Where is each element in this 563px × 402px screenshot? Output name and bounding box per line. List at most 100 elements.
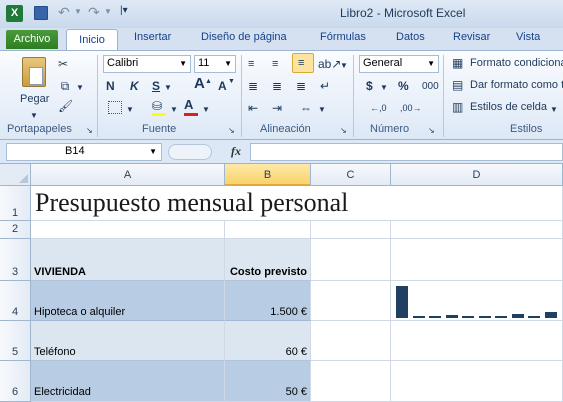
cell-a4[interactable]: Hipoteca o alquiler [31, 281, 225, 321]
formula-input[interactable] [250, 143, 563, 161]
italic-button[interactable]: K [130, 79, 139, 93]
row-header-4[interactable]: 4 [0, 281, 31, 321]
cell-b6[interactable]: 50 € [225, 361, 311, 402]
paste-dropdown-icon[interactable]: ▼ [30, 109, 38, 123]
borders-dropdown-icon[interactable]: ▼ [126, 103, 134, 117]
orientation-dropdown-icon[interactable]: ▼ [340, 59, 348, 73]
cell-d5[interactable] [391, 321, 563, 361]
tab-revisar[interactable]: Revisar [453, 31, 490, 43]
fill-color-icon[interactable]: ⛁ [152, 99, 162, 113]
insert-function-icon[interactable]: fx [231, 144, 241, 159]
save-icon[interactable] [34, 6, 48, 20]
undo-icon[interactable]: ↶ [58, 4, 70, 21]
column-header-d[interactable]: D [391, 164, 563, 186]
fuente-launcher-icon[interactable]: ↘ [228, 124, 235, 138]
copy-dropdown-icon[interactable]: ▼ [76, 81, 84, 95]
cell-c4[interactable] [311, 281, 391, 321]
decrease-indent-icon[interactable]: ⇤ [248, 101, 258, 115]
cell-c2[interactable] [311, 221, 391, 239]
font-color-icon[interactable]: A [184, 98, 193, 112]
decrease-decimal-icon[interactable]: ,00→ [400, 101, 422, 115]
bold-button[interactable]: N [106, 79, 115, 93]
cell-a6[interactable]: Electricidad [31, 361, 225, 402]
cell-b5[interactable]: 60 € [225, 321, 311, 361]
format-painter-icon[interactable]: 🖌 [58, 99, 73, 113]
align-bottom-button[interactable]: ≡ [292, 53, 314, 73]
undo-dropdown-icon[interactable]: ▼ [74, 7, 82, 16]
font-color-dropdown-icon[interactable]: ▼ [202, 103, 210, 117]
align-right-icon[interactable]: ≣ [296, 79, 306, 93]
align-top-icon[interactable]: ≡ [248, 57, 254, 71]
tab-diseno-pagina[interactable]: Diseño de página [201, 31, 287, 43]
name-box[interactable]: B14 ▼ [6, 143, 162, 161]
align-center-icon[interactable]: ≣ [272, 79, 282, 93]
percent-button[interactable]: % [398, 79, 409, 93]
redo-dropdown-icon[interactable]: ▼ [104, 7, 112, 16]
tab-inicio[interactable]: Inicio [66, 29, 118, 51]
formula-expand-handle[interactable] [168, 144, 212, 160]
conditional-format-icon[interactable]: ▦ [452, 56, 463, 70]
row-header-5[interactable]: 5 [0, 321, 31, 361]
cut-icon[interactable]: ✂ [58, 57, 68, 71]
wrap-text-icon[interactable]: ↵ [320, 79, 330, 93]
merge-center-icon[interactable]: ⇔ [300, 101, 312, 115]
currency-dropdown-icon[interactable]: ▼ [380, 81, 388, 95]
align-middle-icon[interactable]: ≡ [272, 57, 278, 71]
column-header-a[interactable]: A [31, 164, 225, 186]
excel-icon[interactable]: X [6, 5, 23, 22]
shrink-font-button[interactable]: A [218, 79, 227, 93]
formato-condicional-button[interactable]: Formato condicional [470, 57, 563, 69]
dar-formato-tabla-button[interactable]: Dar formato como tabla [470, 79, 563, 91]
increase-decimal-icon[interactable]: ←,0 [370, 101, 387, 115]
cell-d6[interactable] [391, 361, 563, 402]
customize-toolbar-icon[interactable]: |▾ [120, 5, 128, 16]
tab-datos[interactable]: Datos [396, 31, 425, 43]
cell-b3[interactable]: Costo previsto [225, 239, 311, 281]
cell-a2[interactable] [31, 221, 225, 239]
cell-b2[interactable] [225, 221, 311, 239]
cell-styles-dropdown-icon[interactable]: ▼ [550, 103, 558, 117]
cell-c6[interactable] [311, 361, 391, 402]
cell-a3[interactable]: VIVIENDA [31, 239, 225, 281]
underline-button[interactable]: S [152, 79, 160, 93]
cell-d1[interactable] [391, 186, 563, 221]
cell-d3[interactable] [391, 239, 563, 281]
cell-a5[interactable]: Teléfono [31, 321, 225, 361]
font-name-combo[interactable]: Calibri ▼ [103, 55, 191, 73]
pegar-button[interactable]: Pegar [20, 93, 49, 105]
copy-icon[interactable]: ⧉ [58, 79, 72, 93]
tab-insertar[interactable]: Insertar [134, 31, 171, 43]
underline-dropdown-icon[interactable]: ▼ [164, 81, 172, 95]
row-header-1[interactable]: 1 [0, 186, 31, 221]
redo-icon[interactable]: ↷ [88, 4, 100, 21]
estilos-celda-button[interactable]: Estilos de celda [470, 101, 547, 113]
select-all-corner[interactable] [0, 164, 31, 186]
tab-vista[interactable]: Vista [516, 31, 540, 43]
increase-indent-icon[interactable]: ⇥ [272, 101, 282, 115]
cell-b4[interactable]: 1.500 € [225, 281, 311, 321]
currency-button[interactable]: $ [366, 79, 373, 93]
tab-formulas[interactable]: Fórmulas [320, 31, 366, 43]
cell-styles-icon[interactable]: ▥ [452, 100, 463, 114]
cell-a1[interactable]: Presupuesto mensual personal [31, 186, 391, 221]
row-header-3[interactable]: 3 [0, 239, 31, 281]
cell-d4-sparkline[interactable] [391, 281, 563, 321]
cell-c5[interactable] [311, 321, 391, 361]
cell-d2[interactable] [391, 221, 563, 239]
row-header-2[interactable]: 2 [0, 221, 31, 239]
number-format-combo[interactable]: General ▼ [359, 55, 439, 73]
column-header-c[interactable]: C [311, 164, 391, 186]
paste-icon[interactable] [22, 57, 46, 87]
grow-font-button[interactable]: A [194, 76, 205, 91]
cell-c3[interactable] [311, 239, 391, 281]
merge-dropdown-icon[interactable]: ▼ [318, 103, 326, 117]
fill-dropdown-icon[interactable]: ▼ [170, 103, 178, 117]
align-left-icon[interactable]: ≣ [248, 79, 258, 93]
orientation-icon[interactable]: ab↗ [318, 57, 341, 71]
font-size-combo[interactable]: 11 ▼ [194, 55, 236, 73]
portapapeles-launcher-icon[interactable]: ↘ [86, 124, 93, 138]
borders-icon[interactable] [108, 101, 122, 114]
numero-launcher-icon[interactable]: ↘ [428, 124, 435, 138]
row-header-6[interactable]: 6 [0, 361, 31, 402]
thousands-button[interactable]: 000 [422, 80, 439, 94]
